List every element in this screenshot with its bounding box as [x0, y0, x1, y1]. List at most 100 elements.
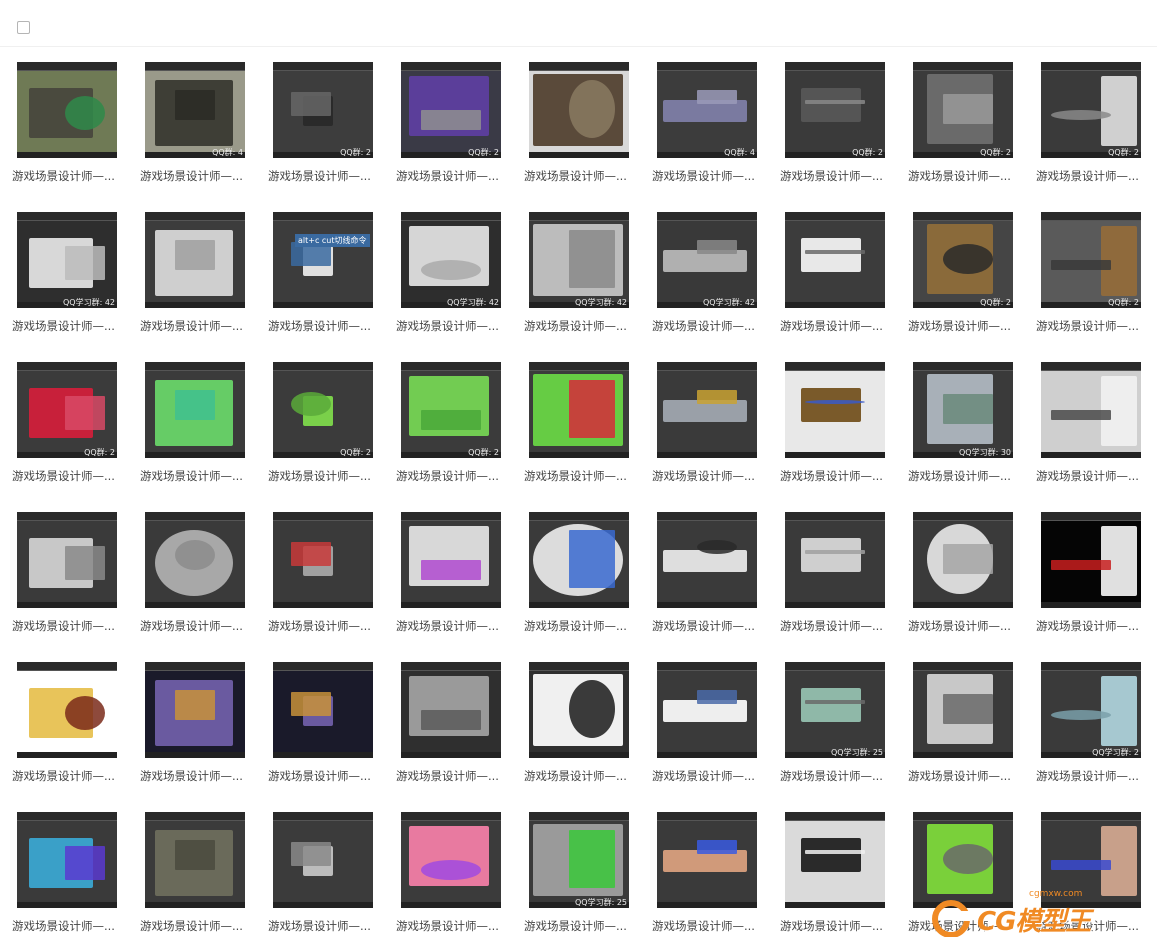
thumbnail-tile[interactable]: 游戏场景设计师—... — [140, 812, 268, 949]
thumbnail-caption[interactable]: 游戏场景设计师—... — [908, 168, 1024, 184]
thumbnail-caption[interactable]: 游戏场景设计师—... — [396, 918, 512, 934]
thumbnail-image[interactable] — [145, 362, 245, 458]
thumbnail-image[interactable] — [657, 662, 757, 758]
thumbnail-image[interactable] — [17, 812, 117, 908]
thumbnail-tile[interactable]: 游戏场景设计师—... — [140, 662, 268, 812]
thumbnail-caption[interactable]: 游戏场景设计师—... — [908, 918, 1024, 934]
thumbnail-caption[interactable]: 游戏场景设计师—... — [780, 618, 896, 634]
thumbnail-image[interactable] — [913, 512, 1013, 608]
thumbnail-image[interactable] — [273, 512, 373, 608]
thumbnail-image[interactable] — [145, 212, 245, 308]
thumbnail-tile[interactable]: QQ群: 2 游戏场景设计师—... — [1036, 62, 1157, 212]
thumbnail-image[interactable] — [145, 662, 245, 758]
thumbnail-image[interactable]: QQ群: 2 — [1041, 62, 1141, 158]
thumbnail-caption[interactable]: 游戏场景设计师—... — [908, 768, 1024, 784]
thumbnail-tile[interactable]: 游戏场景设计师—... — [140, 212, 268, 362]
thumbnail-image[interactable]: QQ群: 2 — [913, 212, 1013, 308]
thumbnail-tile[interactable]: 游戏场景设计师—... — [1036, 362, 1157, 512]
thumbnail-image[interactable] — [657, 362, 757, 458]
thumbnail-caption[interactable]: 游戏场景设计师—... — [140, 168, 256, 184]
thumbnail-tile[interactable]: QQ学习群: 42 游戏场景设计师—... — [524, 212, 652, 362]
thumbnail-tile[interactable]: QQ学习群: 30 游戏场景设计师—... — [908, 362, 1036, 512]
thumbnail-image[interactable] — [785, 812, 885, 908]
thumbnail-tile[interactable]: QQ学习群: 25 游戏场景设计师—... — [780, 662, 908, 812]
thumbnail-image[interactable]: QQ群: 2 — [17, 362, 117, 458]
thumbnail-caption[interactable]: 游戏场景设计师—... — [140, 468, 256, 484]
thumbnail-caption[interactable]: 游戏场景设计师—... — [268, 768, 384, 784]
thumbnail-image[interactable]: QQ群: 2 — [401, 362, 501, 458]
thumbnail-tile[interactable]: 游戏场景设计师—... — [780, 512, 908, 662]
thumbnail-tile[interactable]: QQ群: 2 游戏场景设计师—... — [268, 362, 396, 512]
thumbnail-caption[interactable]: 游戏场景设计师—... — [652, 618, 768, 634]
thumbnail-tile[interactable]: 游戏场景设计师—... — [396, 812, 524, 949]
thumbnail-image[interactable]: QQ群: 4 — [657, 62, 757, 158]
thumbnail-caption[interactable]: 游戏场景设计师—... — [652, 768, 768, 784]
thumbnail-caption[interactable]: 游戏场景设计师—... — [1036, 768, 1152, 784]
thumbnail-tile[interactable]: QQ学习群: 25 游戏场景设计师—... — [524, 812, 652, 949]
thumbnail-tile[interactable]: 游戏场景设计师—... — [524, 62, 652, 212]
thumbnail-tile[interactable]: 游戏场景设计师—... — [652, 362, 780, 512]
thumbnail-image[interactable] — [785, 362, 885, 458]
thumbnail-tile[interactable]: 游戏场景设计师—... — [652, 812, 780, 949]
thumbnail-image[interactable] — [17, 62, 117, 158]
thumbnail-tile[interactable]: 游戏场景设计师—... — [12, 812, 140, 949]
thumbnail-tile[interactable]: 游戏场景设计师—... — [396, 662, 524, 812]
thumbnail-tile[interactable]: 游戏场景设计师—... — [268, 662, 396, 812]
thumbnail-caption[interactable]: 游戏场景设计师—... — [908, 468, 1024, 484]
thumbnail-image[interactable]: QQ群: 2 — [1041, 212, 1141, 308]
thumbnail-caption[interactable]: 游戏场景设计师—... — [524, 468, 640, 484]
thumbnail-image[interactable]: QQ群: 2 — [401, 62, 501, 158]
thumbnail-image[interactable]: QQ学习群: 42 — [17, 212, 117, 308]
thumbnail-caption[interactable]: 游戏场景设计师—... — [1036, 618, 1152, 634]
thumbnail-caption[interactable]: 游戏场景设计师—... — [12, 618, 128, 634]
thumbnail-caption[interactable]: 游戏场景设计师—... — [12, 318, 128, 334]
thumbnail-tile[interactable]: 游戏场景设计师—... — [652, 512, 780, 662]
thumbnail-tile[interactable]: 游戏场景设计师—... — [780, 212, 908, 362]
thumbnail-caption[interactable]: 游戏场景设计师—... — [396, 468, 512, 484]
thumbnail-caption[interactable]: 游戏场景设计师—... — [140, 318, 256, 334]
thumbnail-tile[interactable]: QQ学习群: 42 游戏场景设计师—... — [652, 212, 780, 362]
thumbnail-tile[interactable]: QQ群: 2 游戏场景设计师—... — [268, 62, 396, 212]
thumbnail-caption[interactable]: 游戏场景设计师—... — [780, 918, 896, 934]
thumbnail-image[interactable] — [145, 512, 245, 608]
thumbnail-image[interactable]: QQ群: 4 — [145, 62, 245, 158]
thumbnail-image[interactable]: QQ学习群: 42 — [657, 212, 757, 308]
thumbnail-caption[interactable]: 游戏场景设计师—... — [140, 618, 256, 634]
thumbnail-image[interactable] — [1041, 512, 1141, 608]
thumbnail-tile[interactable]: 游戏场景设计师—... — [396, 512, 524, 662]
thumbnail-tile[interactable]: 游戏场景设计师—... — [908, 512, 1036, 662]
thumbnail-image[interactable] — [529, 662, 629, 758]
thumbnail-caption[interactable]: 游戏场景设计师—... — [12, 468, 128, 484]
thumbnail-image[interactable] — [657, 512, 757, 608]
thumbnail-image[interactable] — [17, 512, 117, 608]
thumbnail-caption[interactable]: 游戏场景设计师—... — [12, 768, 128, 784]
thumbnail-caption[interactable]: 游戏场景设计师—... — [780, 468, 896, 484]
thumbnail-tile[interactable]: QQ学习群: 2 游戏场景设计师—... — [1036, 662, 1157, 812]
thumbnail-caption[interactable]: 游戏场景设计师—... — [780, 318, 896, 334]
thumbnail-caption[interactable]: 游戏场景设计师—... — [1036, 318, 1152, 334]
thumbnail-tile[interactable]: QQ群: 4 游戏场景设计师—... — [140, 62, 268, 212]
thumbnail-tile[interactable]: QQ群: 2 游戏场景设计师—... — [396, 362, 524, 512]
thumbnail-caption[interactable]: 游戏场景设计师—... — [652, 468, 768, 484]
thumbnail-image[interactable] — [145, 812, 245, 908]
select-all-checkbox-icon[interactable] — [17, 21, 30, 34]
thumbnail-tile[interactable]: 游戏场景设计师—... — [12, 512, 140, 662]
thumbnail-caption[interactable]: 游戏场景设计师—... — [1036, 918, 1152, 934]
thumbnail-tile[interactable]: 游戏场景设计师—... — [908, 662, 1036, 812]
thumbnail-image[interactable]: QQ学习群: 42 — [401, 212, 501, 308]
thumbnail-tile[interactable]: 游戏场景设计师—... — [140, 362, 268, 512]
thumbnail-image[interactable] — [785, 512, 885, 608]
thumbnail-caption[interactable]: 游戏场景设计师—... — [268, 618, 384, 634]
thumbnail-tile[interactable]: 游戏场景设计师—... — [524, 662, 652, 812]
thumbnail-caption[interactable]: 游戏场景设计师—... — [140, 918, 256, 934]
thumbnail-caption[interactable]: 游戏场景设计师—... — [524, 318, 640, 334]
thumbnail-image[interactable] — [1041, 812, 1141, 908]
thumbnail-caption[interactable]: 游戏场景设计师—... — [1036, 468, 1152, 484]
thumbnail-image[interactable] — [401, 512, 501, 608]
thumbnail-image[interactable] — [273, 662, 373, 758]
thumbnail-caption[interactable]: 游戏场景设计师—... — [1036, 168, 1152, 184]
thumbnail-tile[interactable]: 游戏场景设计师—... — [908, 812, 1036, 949]
thumbnail-tile[interactable]: QQ群: 2 游戏场景设计师—... — [396, 62, 524, 212]
thumbnail-tile[interactable]: 游戏场景设计师—... — [524, 512, 652, 662]
thumbnail-tile[interactable]: 游戏场景设计师—... — [140, 512, 268, 662]
